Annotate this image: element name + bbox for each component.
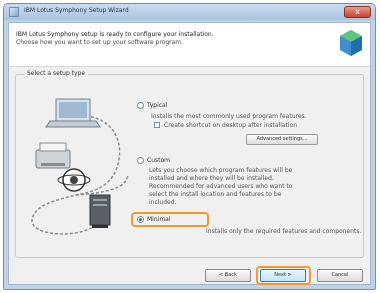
laptop-icon <box>45 98 101 128</box>
radio-custom[interactable] <box>137 157 144 164</box>
header-area: IBM Lotus Symphony setup is ready to con… <box>9 23 370 67</box>
back-button[interactable]: < Back <box>205 269 251 282</box>
setup-type-group: Select a setup type Typical Installs the… <box>15 70 364 258</box>
cancel-button[interactable]: Cancel <box>317 269 363 282</box>
option-minimal-label[interactable]: Minimal <box>147 216 171 223</box>
install-illustration <box>31 98 129 235</box>
product-logo-icon <box>340 30 362 56</box>
desktop-shortcut-label[interactable]: Create shortcut on desktop after install… <box>164 122 297 129</box>
option-typical-label[interactable]: Typical <box>147 102 167 109</box>
server-icon <box>89 194 111 228</box>
dialog-body: IBM Lotus Symphony setup is ready to con… <box>8 22 371 285</box>
globe-icon <box>57 168 91 192</box>
radio-typical[interactable] <box>137 102 144 109</box>
close-button[interactable]: x <box>344 6 371 18</box>
advanced-settings-button[interactable]: Advanced settings... <box>246 134 318 145</box>
printer-icon <box>35 142 71 169</box>
desktop-shortcut-checkbox[interactable] <box>154 122 160 128</box>
header-text: IBM Lotus Symphony setup is ready to con… <box>16 31 214 38</box>
option-typical-description: Installs the most commonly used program … <box>151 113 307 120</box>
option-custom-label[interactable]: Custom <box>147 157 170 164</box>
option-custom-description: Lets you choose which program features w… <box>149 167 293 206</box>
option-minimal-description: Installs only the required features and … <box>206 228 362 235</box>
title-bar[interactable]: IBM Lotus Symphony Setup Wizard x <box>4 4 375 20</box>
setup-window: IBM Lotus Symphony Setup Wizard x IBM Lo… <box>3 3 376 290</box>
app-icon <box>9 7 19 17</box>
header-subtext: Choose how you want to set up your softw… <box>16 39 184 46</box>
next-button[interactable]: Next > <box>260 269 306 282</box>
radio-minimal[interactable] <box>137 216 144 223</box>
window-title: IBM Lotus Symphony Setup Wizard <box>24 7 129 14</box>
